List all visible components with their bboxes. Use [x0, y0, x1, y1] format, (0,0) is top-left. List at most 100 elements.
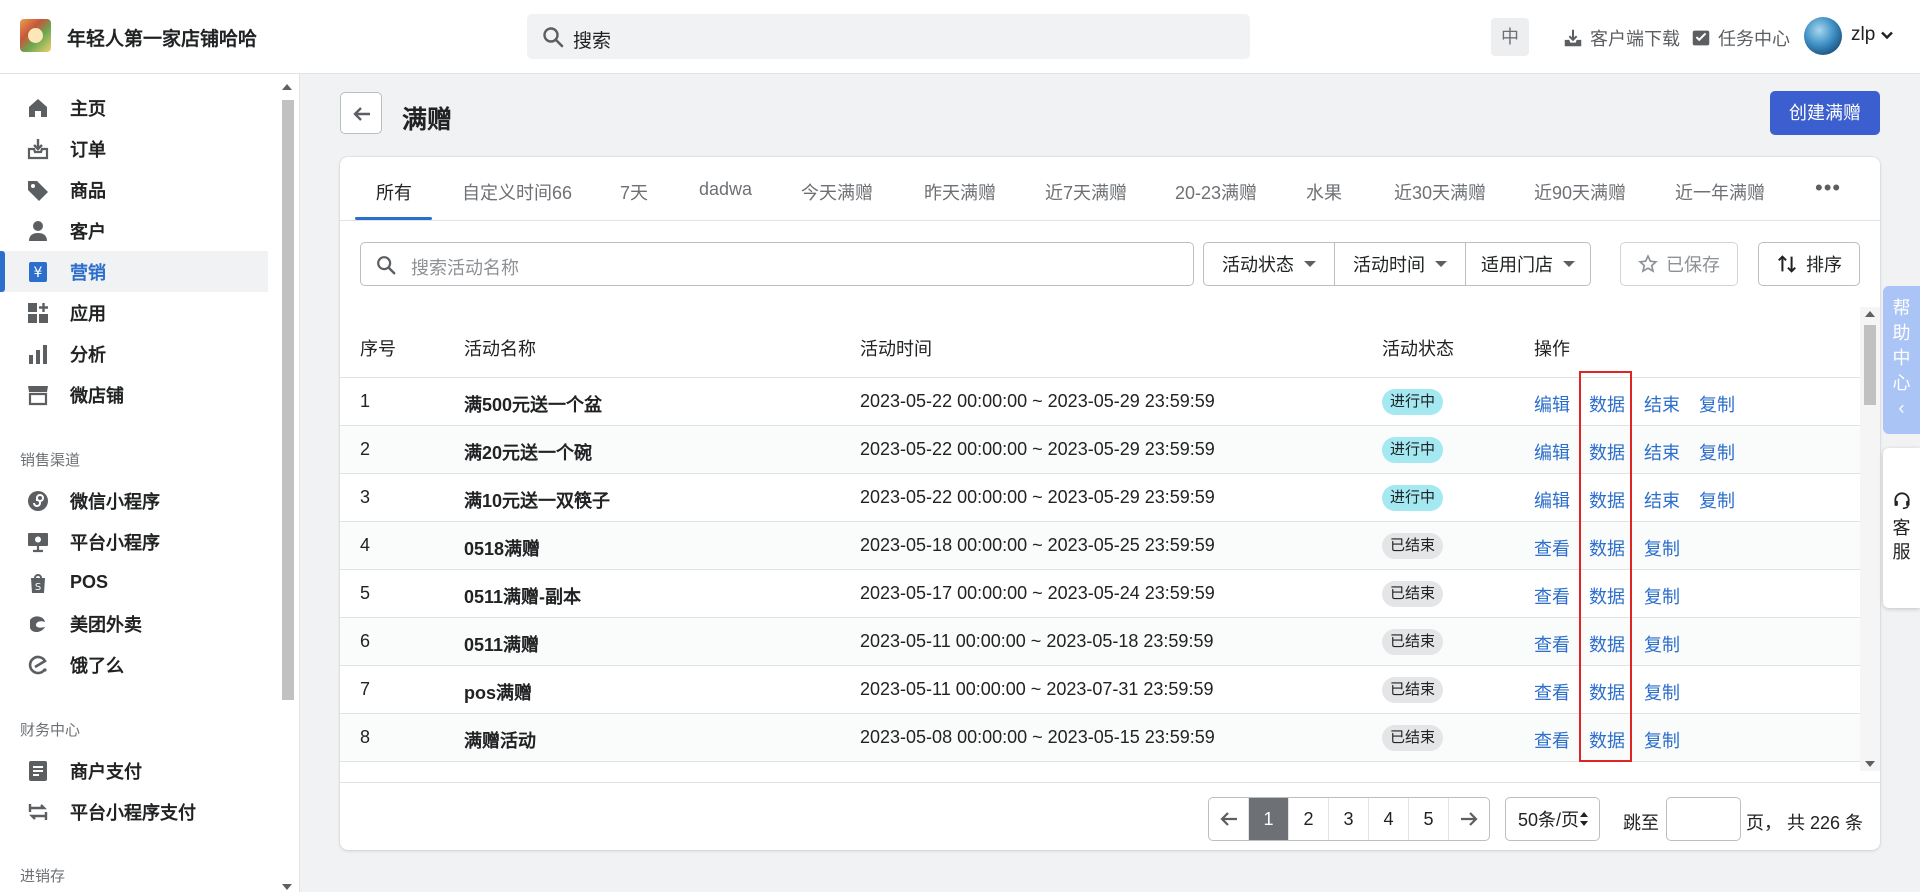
scroll-down-arrow-icon[interactable]	[282, 884, 292, 890]
sidebar-item-platform-miniprogram[interactable]: 平台小程序	[0, 521, 268, 562]
jump-page-input[interactable]	[1666, 797, 1741, 841]
next-page-button[interactable]	[1449, 798, 1489, 840]
user-menu[interactable]: zlp	[1851, 24, 1895, 46]
tab-last-year[interactable]: 近一年满赠	[1675, 179, 1765, 205]
sort-button[interactable]: 排序	[1758, 242, 1860, 286]
activity-name[interactable]: 满赠活动	[464, 727, 536, 753]
task-center-link[interactable]: 任务中心	[1690, 25, 1790, 51]
help-center-tab[interactable]: 帮助中心 ‹	[1883, 286, 1920, 434]
scroll-down-arrow-icon[interactable]	[1865, 761, 1875, 767]
tab-last90days[interactable]: 近90天满赠	[1534, 179, 1626, 205]
tab-fruit[interactable]: 水果	[1306, 179, 1342, 205]
page-size-select[interactable]: 50条/页	[1505, 797, 1600, 841]
scroll-up-arrow-icon[interactable]	[1865, 311, 1875, 317]
view-link[interactable]: 查看	[1534, 631, 1570, 657]
sidebar-item-customers[interactable]: 客户	[0, 210, 268, 251]
activity-name[interactable]: 满10元送一双筷子	[464, 487, 610, 513]
customer-service-tab[interactable]: 客服	[1883, 448, 1920, 608]
tab-custom-time[interactable]: 自定义时间66	[462, 179, 572, 205]
sidebar-scrollbar[interactable]	[280, 84, 296, 892]
copy-link[interactable]: 复制	[1644, 727, 1680, 753]
view-link[interactable]: 查看	[1534, 583, 1570, 609]
client-download-link[interactable]: 客户端下载	[1562, 25, 1680, 51]
view-link[interactable]: 查看	[1534, 727, 1570, 753]
sidebar-scrollbar-thumb[interactable]	[282, 100, 294, 700]
sidebar-item-platform-pay[interactable]: 平台小程序支付	[0, 791, 268, 832]
page-4-button[interactable]: 4	[1369, 798, 1409, 840]
sidebar-item-meituan[interactable]: 美团外卖	[0, 603, 268, 644]
sidebar-item-products[interactable]: 商品	[0, 169, 268, 210]
table-row[interactable]: 3 满10元送一双筷子 2023-05-22 00:00:00 ~ 2023-0…	[340, 473, 1860, 521]
tab-today[interactable]: 今天满赠	[801, 179, 873, 205]
activity-name[interactable]: 0511满赠-副本	[464, 583, 581, 609]
sidebar-item-marketing[interactable]: ¥ 营销	[0, 251, 268, 292]
page-5-button[interactable]: 5	[1409, 798, 1449, 840]
activity-name[interactable]: 0511满赠	[464, 631, 539, 657]
sidebar-item-analytics[interactable]: 分析	[0, 333, 268, 374]
copy-link[interactable]: 复制	[1644, 583, 1680, 609]
page-3-button[interactable]: 3	[1329, 798, 1369, 840]
table-scrollbar-thumb[interactable]	[1864, 325, 1876, 405]
activity-name[interactable]: 0518满赠	[464, 535, 540, 561]
table-row[interactable]: 8 满赠活动 2023-05-08 00:00:00 ~ 2023-05-15 …	[340, 713, 1860, 761]
edit-link[interactable]: 编辑	[1534, 439, 1570, 465]
sidebar-item-micro-store[interactable]: 微店铺	[0, 374, 268, 415]
global-search-input[interactable]: 搜索	[527, 14, 1250, 59]
language-toggle[interactable]: 中	[1491, 18, 1529, 56]
view-link[interactable]: 查看	[1534, 679, 1570, 705]
activity-name[interactable]: pos满赠	[464, 679, 532, 705]
sidebar-item-apps[interactable]: 应用	[0, 292, 268, 333]
table-scrollbar[interactable]	[1860, 307, 1880, 771]
store-filter-button[interactable]: 适用门店	[1466, 243, 1590, 285]
edit-link[interactable]: 编辑	[1534, 487, 1570, 513]
end-link[interactable]: 结束	[1644, 439, 1680, 465]
copy-link[interactable]: 复制	[1699, 439, 1735, 465]
download-icon	[1564, 29, 1582, 47]
table-row[interactable]: 5 0511满赠-副本 2023-05-17 00:00:00 ~ 2023-0…	[340, 569, 1860, 617]
copy-link[interactable]: 复制	[1644, 535, 1680, 561]
time-filter-button[interactable]: 活动时间	[1335, 243, 1466, 285]
tab-yesterday[interactable]: 昨天满赠	[924, 179, 996, 205]
tab-all[interactable]: 所有	[376, 179, 412, 205]
create-promotion-button[interactable]: 创建满赠	[1770, 91, 1880, 135]
activity-search-input[interactable]: 搜索活动名称	[360, 242, 1194, 286]
activity-name[interactable]: 满20元送一个碗	[464, 439, 592, 465]
sidebar-item-home[interactable]: 主页	[0, 87, 268, 128]
tab-last7days[interactable]: 近7天满赠	[1045, 179, 1127, 205]
sidebar-item-orders[interactable]: 订单	[0, 128, 268, 169]
end-link[interactable]: 结束	[1644, 487, 1680, 513]
status-filter-button[interactable]: 活动状态	[1204, 243, 1335, 285]
sidebar-item-pos[interactable]: S POS	[0, 562, 268, 603]
table-row[interactable]: 2 满20元送一个碗 2023-05-22 00:00:00 ~ 2023-05…	[340, 425, 1860, 473]
page-2-button[interactable]: 2	[1289, 798, 1329, 840]
page-1-button[interactable]: 1	[1249, 798, 1289, 840]
end-link[interactable]: 结束	[1644, 391, 1680, 417]
store-logo[interactable]	[20, 19, 51, 52]
sidebar-item-eleme[interactable]: 饿了么	[0, 644, 268, 685]
saved-button[interactable]: 已保存	[1620, 242, 1738, 286]
avatar[interactable]	[1804, 17, 1842, 55]
back-button[interactable]	[340, 92, 382, 134]
copy-link[interactable]: 复制	[1699, 391, 1735, 417]
copy-link[interactable]: 复制	[1644, 631, 1680, 657]
tab-last30days[interactable]: 近30天满赠	[1394, 179, 1486, 205]
sidebar-item-merchant-pay[interactable]: 商户支付	[0, 750, 268, 791]
tab-dadwa[interactable]: dadwa	[699, 179, 752, 200]
copy-link[interactable]: 复制	[1699, 487, 1735, 513]
table-row[interactable]: 4 0518满赠 2023-05-18 00:00:00 ~ 2023-05-2…	[340, 521, 1860, 569]
prev-page-button[interactable]	[1209, 798, 1249, 840]
edit-link[interactable]: 编辑	[1534, 391, 1570, 417]
scroll-up-arrow-icon[interactable]	[282, 84, 292, 90]
table-row[interactable]: 1 满500元送一个盆 2023-05-22 00:00:00 ~ 2023-0…	[340, 377, 1860, 425]
store-name[interactable]: 年轻人第一家店铺哈哈	[67, 24, 257, 51]
table-row[interactable]: 7 pos满赠 2023-05-11 00:00:00 ~ 2023-07-31…	[340, 665, 1860, 713]
more-tabs-icon[interactable]: •••	[1815, 175, 1841, 201]
view-link[interactable]: 查看	[1534, 535, 1570, 561]
tab-7days[interactable]: 7天	[620, 179, 648, 205]
activity-name[interactable]: 满500元送一个盆	[464, 391, 602, 417]
sidebar-item-label: 分析	[70, 344, 106, 365]
table-row[interactable]: 6 0511满赠 2023-05-11 00:00:00 ~ 2023-05-1…	[340, 617, 1860, 665]
sidebar-item-wechat-miniprogram[interactable]: 微信小程序	[0, 480, 268, 521]
copy-link[interactable]: 复制	[1644, 679, 1680, 705]
tab-20-23[interactable]: 20-23满赠	[1175, 179, 1257, 205]
